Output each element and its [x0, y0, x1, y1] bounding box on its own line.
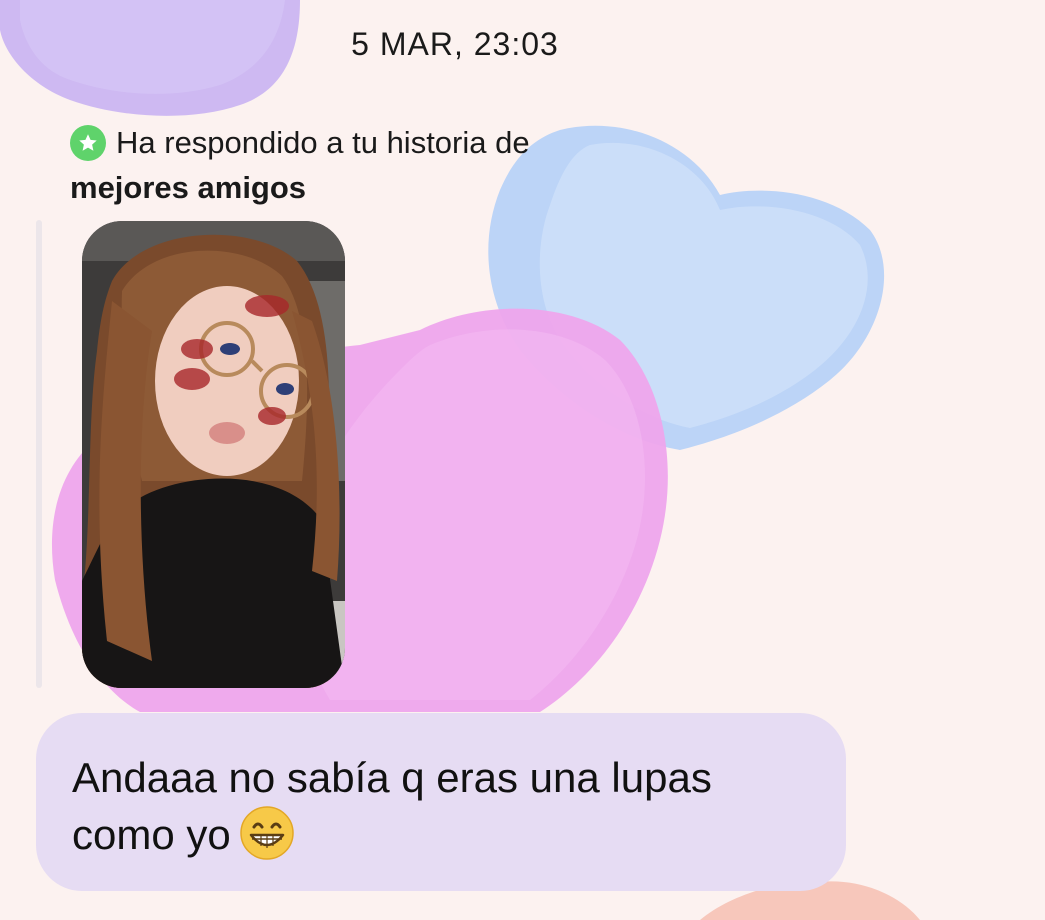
story-quote-bar: [36, 220, 42, 688]
message-text-line2-text: como yo: [72, 811, 231, 858]
story-reply-prefix: Ha respondido a tu historia de: [116, 125, 530, 160]
message-text-line1: Andaaa no sabía q eras una lupas: [72, 754, 712, 801]
message-text-line2: como yo: [72, 805, 810, 862]
story-reply-header: Ha respondido a tu historia de mejores a…: [70, 120, 530, 210]
story-audience-label: mejores amigos: [70, 170, 307, 205]
story-thumbnail[interactable]: [82, 221, 345, 688]
story-photo: [82, 221, 345, 688]
star-icon: [70, 124, 106, 161]
grinning-face-icon: [239, 805, 295, 861]
message-bubble[interactable]: Andaaa no sabía q eras una lupas como yo: [36, 713, 846, 891]
message-timestamp: 5 MAR, 23:03: [351, 26, 559, 62]
